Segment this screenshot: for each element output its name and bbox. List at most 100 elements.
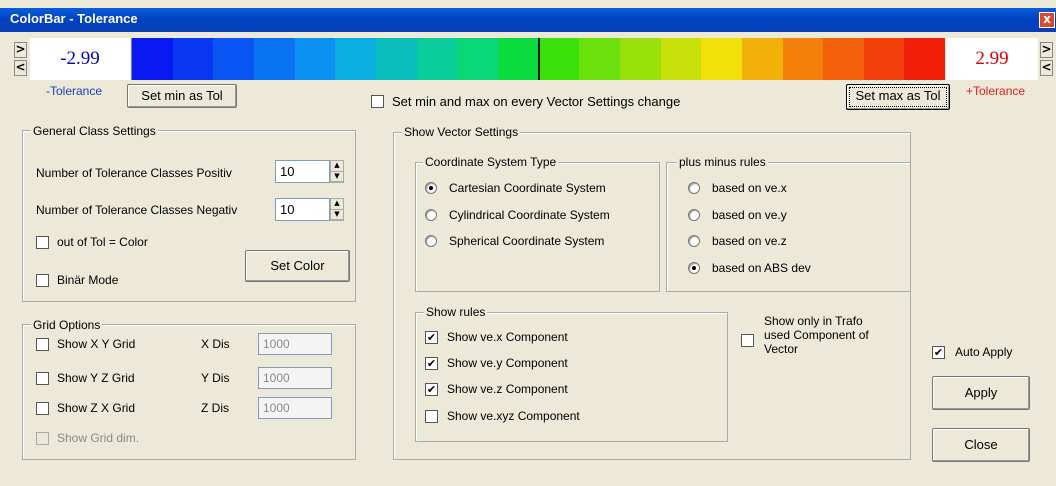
grid-dis-input[interactable]: 1000	[258, 397, 332, 419]
pos-classes-input[interactable]: 10	[275, 160, 330, 183]
auto-apply-checkbox[interactable]: ✔	[932, 346, 945, 359]
coordinate-option-label: Cylindrical Coordinate System	[449, 208, 610, 222]
color-bar-segment	[660, 38, 702, 80]
spin-down-icon[interactable]: ▼	[331, 172, 343, 182]
coordinate-option-label: Spherical Coordinate System	[449, 234, 605, 248]
trafo-label-line3: Vector	[764, 342, 799, 356]
color-bar-segment	[701, 38, 742, 80]
color-bar-segment	[335, 38, 376, 80]
color-bar-segment	[782, 38, 824, 80]
show-grid-checkbox[interactable]	[36, 402, 49, 415]
show-grid-dim-label: Show Grid dim.	[57, 431, 140, 445]
plus-minus-option-label: based on ABS dev	[712, 261, 811, 275]
color-bar-segment	[619, 38, 661, 80]
window-title: ColorBar - Tolerance	[10, 11, 138, 26]
set-max-as-tol-button[interactable]: Set max as Tol	[846, 84, 950, 110]
set-min-max-checkbox[interactable]	[371, 95, 384, 108]
color-bar-segment	[457, 38, 498, 80]
trafo-checkbox[interactable]	[741, 334, 754, 347]
plus-minus-radio[interactable]	[688, 235, 700, 247]
color-bar-segment	[172, 38, 214, 80]
coordinate-radio[interactable]	[425, 209, 437, 221]
auto-apply-label: Auto Apply	[955, 345, 1013, 359]
pos-classes-label: Number of Tolerance Classes Positiv	[36, 166, 232, 180]
binar-mode-checkbox[interactable]	[36, 274, 49, 287]
plus-minus-radio[interactable]	[688, 262, 700, 274]
out-of-tol-checkbox[interactable]	[36, 236, 49, 249]
color-bar-segment	[132, 38, 173, 80]
coordinate-radio[interactable]	[425, 182, 437, 194]
show-rule-label: Show ve.xyz Component	[447, 409, 580, 423]
show-rule-checkbox[interactable]: ✔	[425, 357, 438, 370]
color-bar-segment	[497, 38, 539, 80]
vector-settings-legend: Show Vector Settings	[402, 125, 521, 139]
show-grid-label: Show Y Z Grid	[57, 371, 135, 385]
grid-dis-label: Z Dis	[201, 401, 229, 415]
binar-mode-label: Binär Mode	[57, 273, 119, 287]
show-rules-legend: Show rules	[424, 305, 488, 319]
spin-down-icon[interactable]: ▼	[331, 210, 343, 220]
show-grid-label: Show Z X Grid	[57, 401, 136, 415]
plus-minus-rules-legend: plus minus rules	[677, 155, 768, 169]
plus-minus-option-label: based on ve.z	[712, 234, 787, 248]
plus-minus-radio[interactable]	[688, 182, 700, 194]
show-grid-checkbox[interactable]	[36, 372, 49, 385]
pos-classes-spinner[interactable]: ▲ ▼	[330, 160, 344, 183]
max-value-display: 2.99	[946, 38, 1038, 80]
set-color-button[interactable]: Set Color	[245, 250, 350, 282]
min-increase-button[interactable]: >	[14, 42, 27, 58]
plus-minus-option-label: based on ve.x	[712, 181, 787, 195]
grid-dis-input[interactable]: 1000	[258, 333, 332, 355]
plus-minus-radio[interactable]	[688, 209, 700, 221]
trafo-label: Show only in Trafo used Component of Vec…	[764, 314, 869, 356]
pos-tolerance-label: +Tolerance	[966, 84, 1026, 98]
color-bar-segment	[823, 38, 864, 80]
trafo-label-line1: Show only in Trafo	[764, 314, 863, 328]
out-of-tol-label: out of Tol = Color	[57, 235, 148, 249]
color-bar-segment	[375, 38, 417, 80]
min-decrease-button[interactable]: <	[14, 60, 27, 76]
show-rule-label: Show ve.x Component	[447, 330, 568, 344]
show-grid-dim-checkbox[interactable]	[36, 432, 49, 445]
apply-button[interactable]: Apply	[932, 376, 1030, 410]
min-value-display: -2.99	[30, 38, 130, 80]
set-min-max-label: Set min and max on every Vector Settings…	[392, 94, 681, 109]
neg-classes-label: Number of Tolerance Classes Negativ	[36, 203, 238, 217]
coordinate-option-label: Cartesian Coordinate System	[449, 181, 606, 195]
set-min-as-tol-button[interactable]: Set min as Tol	[127, 84, 237, 108]
show-rule-checkbox[interactable]: ✔	[425, 331, 438, 344]
color-bar-segment	[904, 38, 946, 80]
coordinate-system-legend: Coordinate System Type	[423, 155, 559, 169]
color-bar-segment	[416, 38, 458, 80]
general-class-settings-legend: General Class Settings	[31, 124, 158, 138]
show-rule-checkbox[interactable]	[425, 410, 438, 423]
color-bar-segment	[538, 38, 580, 80]
spin-up-icon[interactable]: ▲	[331, 161, 343, 172]
color-bar-segment	[863, 38, 905, 80]
show-rule-label: Show ve.y Component	[447, 356, 568, 370]
grid-dis-label: Y Dis	[201, 371, 230, 385]
plus-minus-option-label: based on ve.y	[712, 208, 787, 222]
coordinate-radio[interactable]	[425, 235, 437, 247]
show-grid-checkbox[interactable]	[36, 338, 49, 351]
max-increase-button[interactable]: >	[1040, 42, 1053, 58]
show-grid-label: Show X Y Grid	[57, 337, 136, 351]
close-icon[interactable]: x	[1039, 12, 1055, 28]
neg-classes-input[interactable]: 10	[275, 198, 330, 221]
color-bar-segment	[253, 38, 295, 80]
neg-classes-spinner[interactable]: ▲ ▼	[330, 198, 344, 221]
color-bar-segment	[294, 38, 336, 80]
color-bar-segment	[741, 38, 783, 80]
show-rule-label: Show ve.z Component	[447, 382, 568, 396]
grid-options-legend: Grid Options	[31, 318, 103, 332]
grid-dis-input[interactable]: 1000	[258, 367, 332, 389]
color-bar-segment	[579, 38, 620, 80]
close-button[interactable]: Close	[932, 428, 1030, 462]
spin-up-icon[interactable]: ▲	[331, 199, 343, 210]
color-bar-segment	[213, 38, 254, 80]
neg-tolerance-label: -Tolerance	[46, 84, 103, 98]
grid-dis-label: X Dis	[201, 337, 230, 351]
show-rule-checkbox[interactable]: ✔	[425, 383, 438, 396]
max-decrease-button[interactable]: <	[1040, 60, 1053, 76]
title-bar[interactable]: ColorBar - Tolerance x	[0, 8, 1056, 32]
